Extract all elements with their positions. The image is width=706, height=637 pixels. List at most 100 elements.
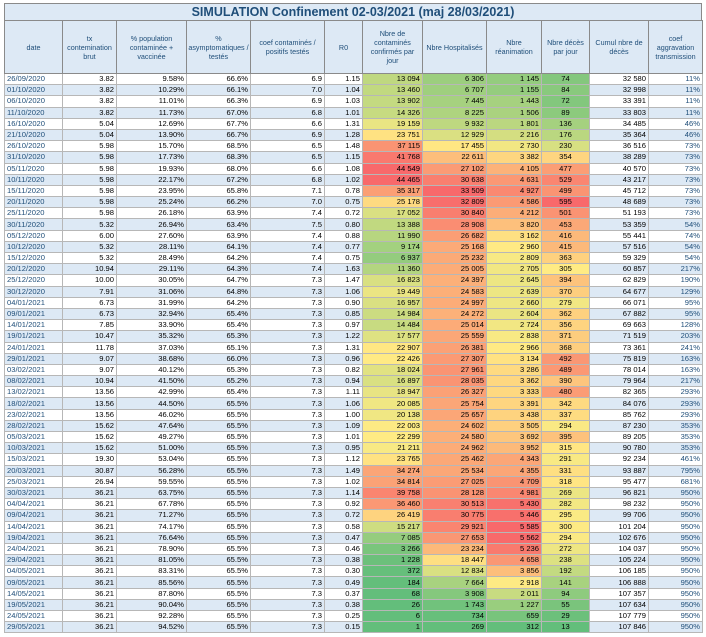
cell-hospitalized[interactable]: 24 997 xyxy=(422,296,487,309)
cell-aggravation-coef[interactable]: 73% xyxy=(648,140,703,153)
cell-icu[interactable]: 2 730 xyxy=(486,140,542,153)
cell-contamination-coef[interactable]: 7.3 xyxy=(250,542,325,556)
cell-date[interactable]: 20/12/2020 xyxy=(4,263,63,276)
cell-cumulative-deaths[interactable]: 107 634 xyxy=(589,598,649,612)
cell-population-pct[interactable]: 90.04% xyxy=(116,598,187,612)
cell-r0[interactable]: 0.77 xyxy=(324,240,363,254)
cell-contamination-coef[interactable]: 7.4 xyxy=(250,229,325,242)
cell-daily-cases[interactable]: 20 138 xyxy=(362,408,423,421)
cell-daily-cases[interactable]: 26 xyxy=(362,598,423,612)
cell-daily-cases[interactable]: 22 003 xyxy=(362,419,423,433)
cell-aggravation-coef[interactable]: 190% xyxy=(648,274,703,287)
cell-hospitalized[interactable]: 269 xyxy=(422,621,487,634)
cell-r0[interactable]: 0.95 xyxy=(324,442,363,455)
cell-daily-cases[interactable]: 22 907 xyxy=(362,341,423,354)
cell-contamination-rate[interactable]: 36.21 xyxy=(62,509,117,522)
cell-contamination-rate[interactable]: 26.94 xyxy=(62,475,117,488)
cell-population-pct[interactable]: 15.70% xyxy=(116,140,187,153)
cell-contamination-rate[interactable]: 5.32 xyxy=(62,240,117,254)
cell-contamination-coef[interactable]: 7.4 xyxy=(250,263,325,276)
cell-cumulative-deaths[interactable]: 85 762 xyxy=(589,408,649,421)
cell-icu[interactable]: 659 xyxy=(486,609,542,623)
cell-daily-cases[interactable]: 23 765 xyxy=(362,453,423,466)
cell-aggravation-coef[interactable]: 950% xyxy=(648,598,703,612)
cell-aggravation-coef[interactable]: 950% xyxy=(648,554,703,567)
cell-contamination-coef[interactable]: 7.3 xyxy=(250,531,325,544)
cell-contamination-coef[interactable]: 7.1 xyxy=(250,184,325,198)
cell-contamination-coef[interactable]: 7.3 xyxy=(250,453,325,466)
cell-date[interactable]: 25/03/2021 xyxy=(4,475,63,488)
cell-contamination-coef[interactable]: 7.3 xyxy=(250,587,325,600)
cell-daily-deaths[interactable]: 501 xyxy=(541,207,590,220)
cell-r0[interactable]: 0.78 xyxy=(324,184,363,198)
cell-r0[interactable]: 1.47 xyxy=(324,274,363,287)
cell-date[interactable]: 14/01/2021 xyxy=(4,319,63,332)
cell-daily-cases[interactable]: 14 984 xyxy=(362,307,423,321)
cell-r0[interactable]: 1.31 xyxy=(324,117,363,130)
cell-aggravation-coef[interactable]: 95% xyxy=(648,307,703,321)
cell-daily-cases[interactable]: 6 937 xyxy=(362,251,423,265)
cell-hospitalized[interactable]: 7 445 xyxy=(422,95,487,108)
cell-contamination-coef[interactable]: 7.3 xyxy=(250,498,325,511)
cell-population-pct[interactable]: 32.94% xyxy=(116,307,187,321)
cell-population-pct[interactable]: 11.01% xyxy=(116,95,187,108)
cell-hospitalized[interactable]: 24 272 xyxy=(422,307,487,321)
cell-aggravation-coef[interactable]: 950% xyxy=(648,621,703,634)
cell-date[interactable]: 11/10/2020 xyxy=(4,106,63,119)
cell-asymptomatic-pct[interactable]: 64.2% xyxy=(186,251,251,265)
cell-hospitalized[interactable]: 3 908 xyxy=(422,587,487,600)
cell-icu[interactable]: 2 838 xyxy=(486,330,542,343)
cell-daily-cases[interactable]: 22 299 xyxy=(362,430,423,444)
cell-daily-deaths[interactable]: 291 xyxy=(541,453,590,466)
cell-contamination-rate[interactable]: 5.98 xyxy=(62,140,117,153)
cell-date[interactable]: 20/11/2020 xyxy=(4,196,63,209)
cell-daily-deaths[interactable]: 269 xyxy=(541,486,590,500)
cell-asymptomatic-pct[interactable]: 66.0% xyxy=(186,352,251,365)
cell-daily-cases[interactable]: 39 758 xyxy=(362,486,423,500)
cell-hospitalized[interactable]: 32 809 xyxy=(422,196,487,209)
cell-contamination-rate[interactable]: 36.21 xyxy=(62,498,117,511)
cell-cumulative-deaths[interactable]: 87 230 xyxy=(589,419,649,433)
cell-hospitalized[interactable]: 18 447 xyxy=(422,554,487,567)
cell-date[interactable]: 19/04/2021 xyxy=(4,531,63,544)
cell-daily-deaths[interactable]: 84 xyxy=(541,84,590,97)
cell-population-pct[interactable]: 17.73% xyxy=(116,151,187,164)
cell-r0[interactable]: 0.47 xyxy=(324,531,363,544)
cell-population-pct[interactable]: 26.94% xyxy=(116,218,187,231)
cell-r0[interactable]: 0.30 xyxy=(324,565,363,578)
cell-asymptomatic-pct[interactable]: 65.1% xyxy=(186,341,251,354)
cell-icu[interactable]: 2 724 xyxy=(486,319,542,332)
cell-hospitalized[interactable]: 25 462 xyxy=(422,453,487,466)
cell-contamination-coef[interactable]: 7.3 xyxy=(250,330,325,343)
cell-r0[interactable]: 0.92 xyxy=(324,498,363,511)
cell-daily-cases[interactable]: 35 317 xyxy=(362,184,423,198)
cell-population-pct[interactable]: 78.90% xyxy=(116,542,187,556)
cell-hospitalized[interactable]: 27 102 xyxy=(422,162,487,175)
cell-aggravation-coef[interactable]: 950% xyxy=(648,509,703,522)
cell-contamination-rate[interactable]: 5.04 xyxy=(62,128,117,142)
cell-aggravation-coef[interactable]: 217% xyxy=(648,375,703,388)
cell-asymptomatic-pct[interactable]: 65.4% xyxy=(186,307,251,321)
cell-date[interactable]: 13/02/2021 xyxy=(4,386,63,399)
cell-contamination-coef[interactable]: 7.3 xyxy=(250,274,325,287)
cell-date[interactable]: 28/02/2021 xyxy=(4,419,63,433)
cell-daily-deaths[interactable]: 363 xyxy=(541,251,590,265)
cell-cumulative-deaths[interactable]: 62 829 xyxy=(589,274,649,287)
cell-date[interactable]: 19/01/2021 xyxy=(4,330,63,343)
cell-daily-cases[interactable]: 372 xyxy=(362,565,423,578)
cell-contamination-rate[interactable]: 6.00 xyxy=(62,229,117,242)
cell-asymptomatic-pct[interactable]: 67.2% xyxy=(186,173,251,186)
cell-cumulative-deaths[interactable]: 95 477 xyxy=(589,475,649,488)
cell-daily-cases[interactable]: 34 814 xyxy=(362,475,423,488)
cell-date[interactable]: 30/03/2021 xyxy=(4,486,63,500)
cell-daily-cases[interactable]: 13 388 xyxy=(362,218,423,231)
cell-icu[interactable]: 1 145 xyxy=(486,72,542,86)
cell-aggravation-coef[interactable]: 54% xyxy=(648,218,703,231)
cell-contamination-coef[interactable]: 7.3 xyxy=(250,307,325,321)
cell-contamination-coef[interactable]: 7.3 xyxy=(250,598,325,612)
cell-aggravation-coef[interactable]: 128% xyxy=(648,319,703,332)
cell-cumulative-deaths[interactable]: 59 329 xyxy=(589,251,649,265)
cell-daily-deaths[interactable]: 529 xyxy=(541,173,590,186)
cell-population-pct[interactable]: 37.03% xyxy=(116,341,187,354)
cell-cumulative-deaths[interactable]: 99 706 xyxy=(589,509,649,522)
